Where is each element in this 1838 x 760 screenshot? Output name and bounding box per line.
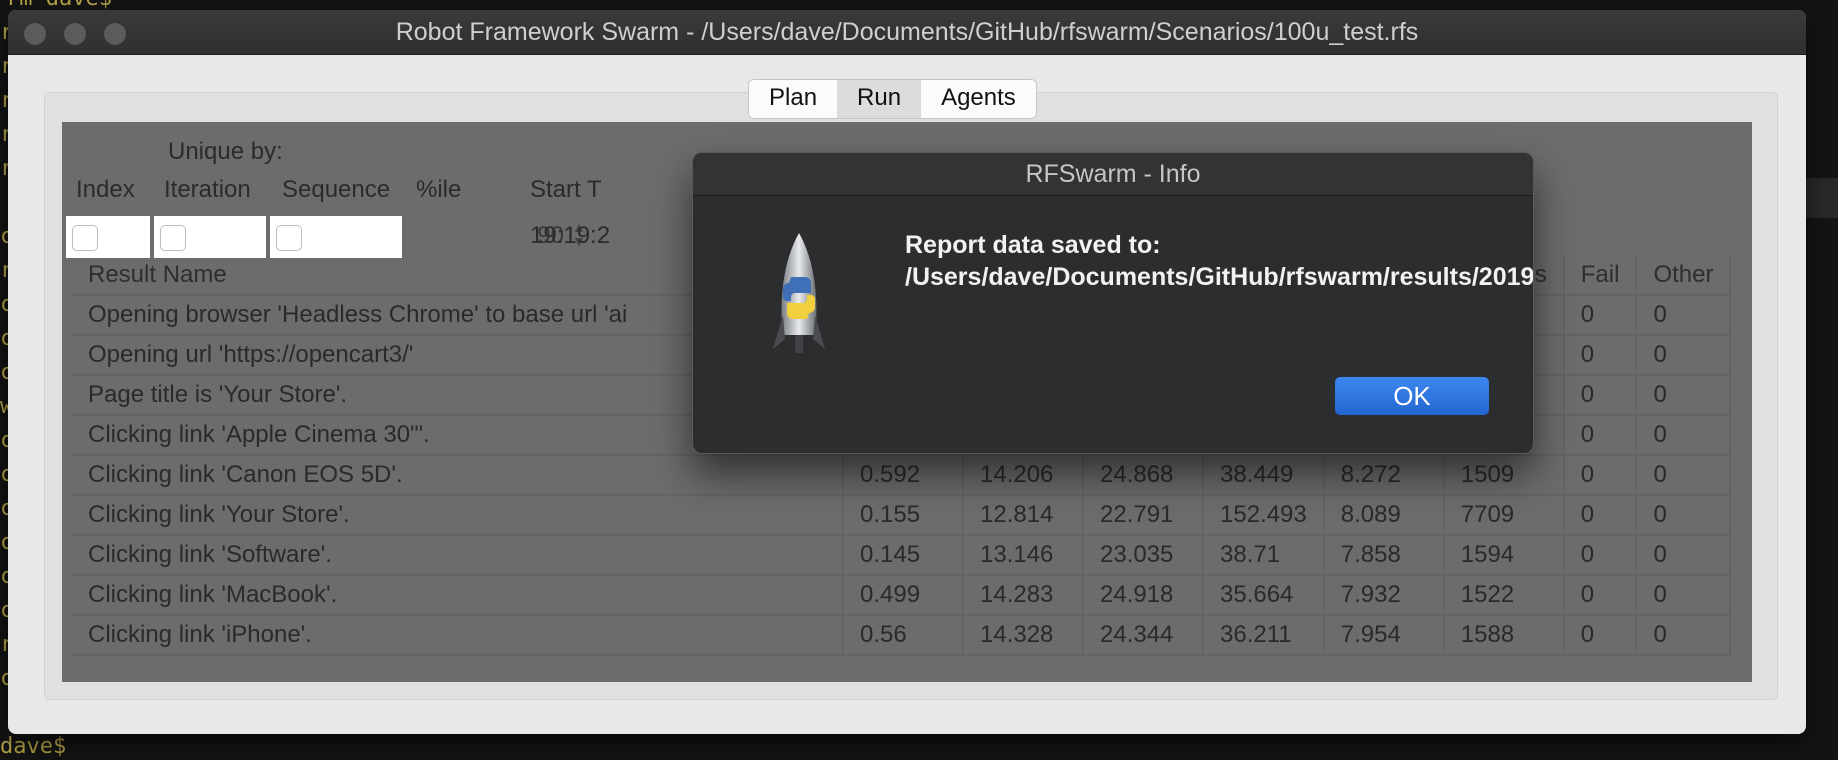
unique-index-checkbox[interactable] bbox=[72, 225, 98, 251]
cell-std: 8.089 bbox=[1323, 495, 1445, 536]
tab-agents[interactable]: Agents bbox=[921, 80, 1036, 118]
cell-pass: 1594 bbox=[1443, 535, 1565, 576]
dialog-message: Report data saved to: /Users/dave/Docume… bbox=[905, 231, 1534, 291]
tab-run[interactable]: Run bbox=[837, 80, 922, 118]
cell-min: 0.592 bbox=[843, 455, 964, 496]
cell-pass: 1522 bbox=[1443, 575, 1565, 616]
unique-sequence-checkbox[interactable] bbox=[276, 225, 302, 251]
sequence-field bbox=[270, 216, 402, 258]
cell-fail: 0 bbox=[1563, 295, 1638, 336]
cell-name: Clicking link 'Canon EOS 5D'. bbox=[72, 455, 844, 496]
cell-fail: 0 bbox=[1563, 375, 1638, 416]
cell-other: 0 bbox=[1636, 495, 1732, 536]
cell-avg: 14.328 bbox=[963, 615, 1084, 656]
cell-fail: 0 bbox=[1563, 415, 1638, 456]
cell-pass: 1509 bbox=[1443, 455, 1565, 496]
unique-by-label: Unique by: bbox=[168, 138, 283, 165]
iteration-field bbox=[154, 216, 266, 258]
cell-std: 7.858 bbox=[1323, 535, 1445, 576]
terminal-prompt: dave$ bbox=[0, 734, 67, 759]
sequence-label: Sequence bbox=[282, 176, 391, 203]
cell-avg: 13.146 bbox=[963, 535, 1084, 576]
cell-other: 0 bbox=[1636, 575, 1732, 616]
table-row[interactable]: Clicking link 'Your Store'. 0.155 12.814 22… bbox=[72, 495, 1732, 536]
cell-pct: 24.344 bbox=[1083, 615, 1204, 656]
cell-pct: 23.035 bbox=[1083, 535, 1204, 576]
cell-pct: 22.791 bbox=[1083, 495, 1204, 536]
cell-max: 38.449 bbox=[1203, 455, 1325, 496]
cell-fail: 0 bbox=[1563, 535, 1638, 576]
cell-other: 0 bbox=[1636, 455, 1732, 496]
table-row[interactable]: Clicking link 'MacBook'. 0.499 14.283 24.91… bbox=[72, 575, 1732, 616]
cell-pass: 7709 bbox=[1443, 495, 1565, 536]
cell-other: 0 bbox=[1636, 535, 1732, 576]
cell-max: 35.664 bbox=[1203, 575, 1325, 616]
cell-fail: 0 bbox=[1563, 455, 1638, 496]
cell-max: 38.71 bbox=[1203, 535, 1325, 576]
cell-pct: 24.918 bbox=[1083, 575, 1204, 616]
dialog-title: RFSwarm - Info bbox=[693, 153, 1533, 196]
cell-min: 0.155 bbox=[843, 495, 964, 536]
cell-name: Clicking link 'MacBook'. bbox=[72, 575, 844, 616]
cell-max: 152.493 bbox=[1203, 495, 1325, 536]
ok-button[interactable]: OK bbox=[1335, 377, 1489, 415]
start-time-label: Start T bbox=[530, 176, 602, 203]
header-other[interactable]: Other bbox=[1636, 256, 1732, 296]
cell-max: 36.211 bbox=[1203, 615, 1325, 656]
cell-other: 0 bbox=[1636, 615, 1732, 656]
index-field bbox=[66, 216, 150, 258]
cell-name: Clicking link 'Software'. bbox=[72, 535, 844, 576]
percentile-label: %ile bbox=[416, 176, 462, 203]
cell-other: 0 bbox=[1636, 295, 1732, 336]
header-fail[interactable]: Fail bbox=[1563, 256, 1638, 296]
cell-avg: 12.814 bbox=[963, 495, 1084, 536]
info-dialog: RFSwarm - Info Report data saved to: /Us… bbox=[692, 152, 1534, 454]
table-row[interactable]: Clicking link 'Software'. 0.145 13.146 23.0… bbox=[72, 535, 1732, 576]
table-row[interactable]: Clicking link 'Canon EOS 5D'. 0.592 14.206… bbox=[72, 455, 1732, 496]
cell-std: 8.272 bbox=[1323, 455, 1445, 496]
cell-other: 0 bbox=[1636, 375, 1732, 416]
cell-pass: 1588 bbox=[1443, 615, 1565, 656]
cell-std: 7.954 bbox=[1323, 615, 1445, 656]
cell-avg: 14.283 bbox=[963, 575, 1084, 616]
cell-fail: 0 bbox=[1563, 495, 1638, 536]
cell-min: 0.145 bbox=[843, 535, 964, 576]
cell-fail: 0 bbox=[1563, 335, 1638, 376]
cell-min: 0.499 bbox=[843, 575, 964, 616]
cell-std: 7.932 bbox=[1323, 575, 1445, 616]
cell-fail: 0 bbox=[1563, 615, 1638, 656]
cell-name: Clicking link 'Your Store'. bbox=[72, 495, 844, 536]
cell-pct: 24.868 bbox=[1083, 455, 1204, 496]
cell-fail: 0 bbox=[1563, 575, 1638, 616]
cell-other: 0 bbox=[1636, 335, 1732, 376]
cell-other: 0 bbox=[1636, 415, 1732, 456]
unique-iteration-checkbox[interactable] bbox=[160, 225, 186, 251]
tab-plan[interactable]: Plan bbox=[749, 80, 838, 118]
window-title: Robot Framework Swarm - /Users/dave/Docu… bbox=[395, 18, 1419, 46]
table-row[interactable]: Clicking link 'iPhone'. 0.56 14.328 24.344 3… bbox=[72, 615, 1732, 656]
window-titlebar[interactable]: Robot Framework Swarm - /Users/dave/Docu… bbox=[8, 10, 1806, 55]
iteration-label: Iteration bbox=[164, 176, 251, 203]
tab-bar: Plan Run Agents bbox=[748, 79, 1037, 119]
cell-min: 0.56 bbox=[843, 615, 964, 656]
start-time-value: 19:19:2 bbox=[530, 222, 611, 249]
cell-avg: 14.206 bbox=[963, 455, 1084, 496]
cell-name: Clicking link 'iPhone'. bbox=[72, 615, 844, 656]
python-rocket-icon bbox=[773, 233, 825, 353]
index-label: Index bbox=[76, 176, 135, 203]
